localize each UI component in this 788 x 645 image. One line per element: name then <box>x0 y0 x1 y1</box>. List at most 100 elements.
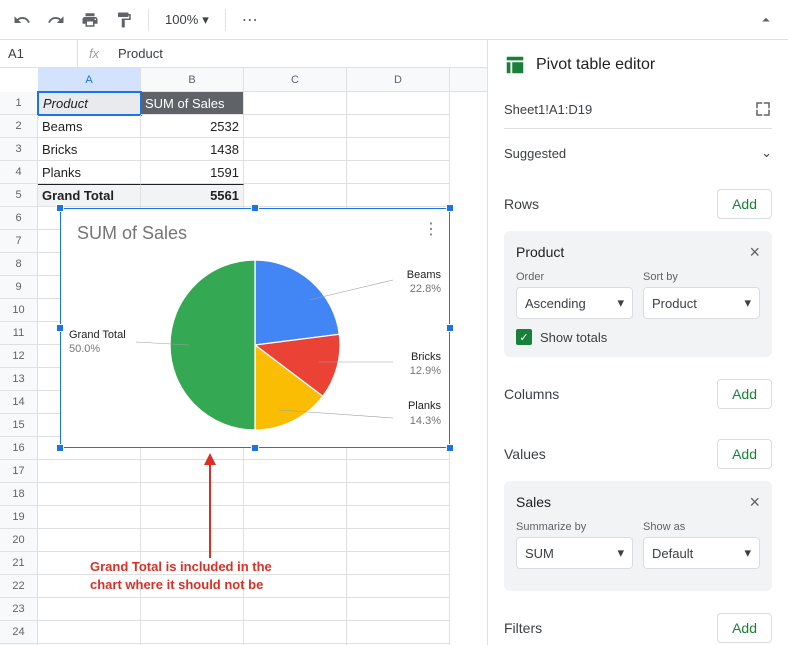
resize-handle[interactable] <box>251 204 259 212</box>
data-range[interactable]: Sheet1!A1:D19 <box>504 102 592 117</box>
cell[interactable]: Bricks <box>38 138 141 161</box>
collapse-toolbar-button[interactable] <box>752 6 780 34</box>
cell[interactable] <box>244 529 347 552</box>
col-head-b[interactable]: B <box>141 68 244 91</box>
cell[interactable] <box>141 529 244 552</box>
cell[interactable] <box>347 506 450 529</box>
cell[interactable] <box>347 598 450 621</box>
resize-handle[interactable] <box>446 204 454 212</box>
row-head[interactable]: 2 <box>0 115 38 138</box>
remove-button[interactable]: × <box>749 493 760 511</box>
cell[interactable] <box>244 506 347 529</box>
row-head[interactable]: 18 <box>0 483 38 506</box>
cell[interactable] <box>141 483 244 506</box>
cell[interactable] <box>347 161 450 184</box>
cell[interactable] <box>244 460 347 483</box>
col-head-a[interactable]: A <box>38 68 141 91</box>
row-head[interactable]: 10 <box>0 299 38 322</box>
resize-handle[interactable] <box>446 444 454 452</box>
cell[interactable] <box>244 138 347 161</box>
resize-handle[interactable] <box>56 204 64 212</box>
grid[interactable]: A B C D 1ProductSUM of Sales2Beams25323B… <box>0 68 487 645</box>
row-head[interactable]: 19 <box>0 506 38 529</box>
cell[interactable]: 2532 <box>141 115 244 138</box>
row-head[interactable]: 23 <box>0 598 38 621</box>
cell[interactable] <box>347 575 450 598</box>
row-head[interactable]: 11 <box>0 322 38 345</box>
cell[interactable] <box>244 483 347 506</box>
chart-menu-button[interactable]: ⋮ <box>423 219 439 239</box>
order-select[interactable]: Ascending▾ <box>516 287 633 319</box>
cell[interactable]: SUM of Sales <box>141 92 244 115</box>
chart[interactable]: SUM of Sales ⋮ Beams22.8% <box>60 208 450 448</box>
undo-button[interactable] <box>8 6 36 34</box>
cell[interactable] <box>347 138 450 161</box>
row-head[interactable]: 9 <box>0 276 38 299</box>
showas-select[interactable]: Default▾ <box>643 537 760 569</box>
cell[interactable] <box>38 621 141 644</box>
cell[interactable] <box>38 529 141 552</box>
cell[interactable] <box>244 115 347 138</box>
suggested-section[interactable]: Suggested ⌄ <box>504 129 772 167</box>
cell[interactable] <box>347 460 450 483</box>
cell[interactable]: 1591 <box>141 161 244 184</box>
cell[interactable] <box>347 529 450 552</box>
remove-button[interactable]: × <box>749 243 760 261</box>
row-head[interactable]: 6 <box>0 207 38 230</box>
row-head[interactable]: 4 <box>0 161 38 184</box>
row-head[interactable]: 16 <box>0 437 38 460</box>
cell[interactable] <box>347 92 450 115</box>
resize-handle[interactable] <box>251 444 259 452</box>
cell[interactable] <box>38 483 141 506</box>
row-head[interactable]: 8 <box>0 253 38 276</box>
more-button[interactable]: ⋯ <box>236 6 264 34</box>
row-head[interactable]: 3 <box>0 138 38 161</box>
cell[interactable] <box>347 552 450 575</box>
cell[interactable] <box>244 161 347 184</box>
cell[interactable] <box>347 115 450 138</box>
cell[interactable] <box>141 621 244 644</box>
cell[interactable]: Planks <box>38 161 141 184</box>
formula-input[interactable]: Product <box>110 46 487 61</box>
row-head[interactable]: 12 <box>0 345 38 368</box>
cell[interactable]: Beams <box>38 115 141 138</box>
cell[interactable]: Product <box>38 92 141 115</box>
cell[interactable] <box>347 483 450 506</box>
paint-format-button[interactable] <box>110 6 138 34</box>
add-filters-button[interactable]: Add <box>717 613 772 643</box>
row-head[interactable]: 22 <box>0 575 38 598</box>
row-head[interactable]: 20 <box>0 529 38 552</box>
cell[interactable] <box>347 621 450 644</box>
row-head[interactable]: 5 <box>0 184 38 207</box>
select-range-icon[interactable] <box>754 100 772 118</box>
sortby-select[interactable]: Product▾ <box>643 287 760 319</box>
cell[interactable] <box>244 92 347 115</box>
cell[interactable] <box>347 184 450 207</box>
cell[interactable] <box>38 460 141 483</box>
cell[interactable] <box>38 598 141 621</box>
show-totals-checkbox[interactable]: ✓ Show totals <box>516 329 760 345</box>
cell[interactable]: 1438 <box>141 138 244 161</box>
row-head[interactable]: 21 <box>0 552 38 575</box>
cell[interactable] <box>141 506 244 529</box>
row-head[interactable]: 13 <box>0 368 38 391</box>
row-head[interactable]: 15 <box>0 414 38 437</box>
name-box[interactable]: A1 <box>0 40 78 67</box>
cell[interactable] <box>141 598 244 621</box>
cell[interactable]: 5561 <box>141 184 244 207</box>
row-head[interactable]: 24 <box>0 621 38 644</box>
row-head[interactable]: 14 <box>0 391 38 414</box>
resize-handle[interactable] <box>56 444 64 452</box>
cell[interactable] <box>141 460 244 483</box>
cell[interactable] <box>244 184 347 207</box>
col-head-c[interactable]: C <box>244 68 347 91</box>
add-columns-button[interactable]: Add <box>717 379 772 409</box>
redo-button[interactable] <box>42 6 70 34</box>
cell[interactable] <box>244 598 347 621</box>
col-head-d[interactable]: D <box>347 68 450 91</box>
cell[interactable] <box>38 506 141 529</box>
row-head[interactable]: 17 <box>0 460 38 483</box>
zoom-select[interactable]: 100%▾ <box>159 8 215 32</box>
add-rows-button[interactable]: Add <box>717 189 772 219</box>
cell[interactable]: Grand Total <box>38 184 141 207</box>
